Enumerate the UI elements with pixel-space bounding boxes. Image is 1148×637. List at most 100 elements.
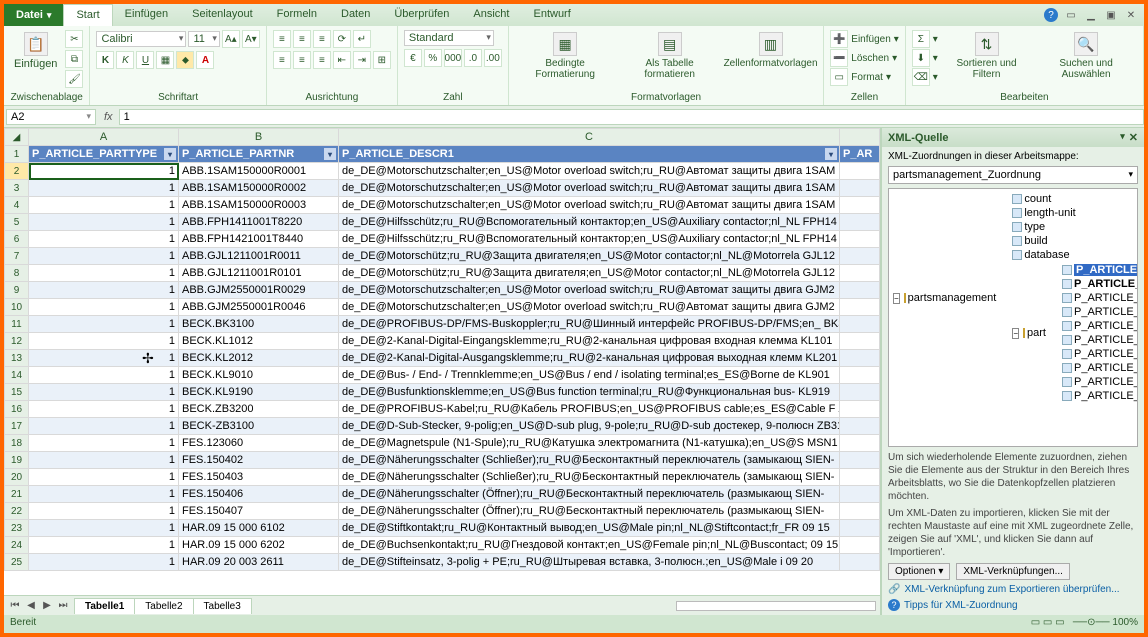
cell[interactable]: de_DE@Näherungsschalter (Schließer);ru_R… [339,452,840,469]
cell[interactable]: 1 [29,384,179,401]
cell[interactable]: 1 [29,537,179,554]
border-icon[interactable]: ▦ [156,51,174,69]
cell[interactable]: de_DE@Motorschutzschalter;en_US@Motor ov… [339,282,840,299]
cell[interactable]: de_DE@Motorschutzschalter;en_US@Motor ov… [339,180,840,197]
filter-dropdown-icon[interactable]: ▾ [164,148,176,160]
spreadsheet-grid[interactable]: ◢ A B C 1 P_ARTICLE_PARTTYPE▾ P_ARTICLE_… [4,128,880,571]
dec-decimal-icon[interactable]: .00 [484,49,502,67]
sheet-tab[interactable]: Tabelle2 [134,598,193,614]
cell[interactable] [840,316,880,333]
row-header[interactable]: 20 [5,469,29,486]
tree-node[interactable]: count [1012,192,1138,206]
row-header[interactable]: 17 [5,418,29,435]
tree-node[interactable]: P_ARTICLE_CRAFT_COOLINGLUB [1062,347,1138,361]
cell[interactable]: 1 [29,486,179,503]
cell[interactable]: 1 [29,503,179,520]
restore-icon[interactable]: ▣ [1104,8,1118,22]
table-header-descr1[interactable]: P_ARTICLE_DESCR1▾ [339,146,840,163]
align-center-icon[interactable]: ≡ [293,51,311,69]
cell[interactable]: de_DE@Magnetspule (N1-Spule);ru_RU@Катуш… [339,435,840,452]
row-header[interactable]: 8 [5,265,29,282]
row-header[interactable]: 13 [5,350,29,367]
col-header-b[interactable]: B [179,129,339,146]
align-top-icon[interactable]: ≡ [273,30,291,48]
cell[interactable]: de_DE@Hilfsschütz;ru_RU@Вспомогательный … [339,231,840,248]
format-table-button[interactable]: ▤Als Tabelle formatieren [619,30,719,82]
file-menu[interactable]: Datei ▾ [4,4,63,26]
cell[interactable]: de_DE@Motorschutzschalter;en_US@Motor ov… [339,299,840,316]
tree-node[interactable]: P_ARTICLE_CRAFT_FLUID_UNDE [1062,389,1138,403]
cell[interactable]: 1 [29,554,179,571]
row-header[interactable]: 5 [5,214,29,231]
cell[interactable]: FES.150406 [179,486,339,503]
ribbon-tab-start[interactable]: Start [63,4,112,26]
cell[interactable]: FES.123060 [179,435,339,452]
insert-cells-button[interactable]: ➕Einfügen ▾ [830,30,899,48]
increase-font-icon[interactable]: A▴ [222,30,240,48]
ribbon-tab-formeln[interactable]: Formeln [265,4,329,26]
cell[interactable]: 1 [29,452,179,469]
xml-pane-menu-icon[interactable]: ▾ [1120,131,1125,144]
sheet-nav-next-icon[interactable]: ▶ [40,600,54,611]
align-bottom-icon[interactable]: ≡ [313,30,331,48]
cell[interactable]: BECK.ZB3200 [179,401,339,418]
cell[interactable]: ABB.FPH1421001T8440 [179,231,339,248]
tree-node[interactable]: P_ARTICLE_CRAFT_COOLING [1062,333,1138,347]
merge-icon[interactable]: ⊞ [373,51,391,69]
row-header[interactable]: 15 [5,384,29,401]
cell[interactable]: HAR.09 15 000 6102 [179,520,339,537]
cell[interactable]: de_DE@Buchsenkontakt;ru_RU@Гнездовой кон… [339,537,840,554]
cell[interactable] [840,486,880,503]
number-format-combo[interactable]: Standard [404,30,494,46]
cell[interactable]: de_DE@Bus- / End- / Trennklemme;en_US@Bu… [339,367,840,384]
cell[interactable]: HAR.09 15 000 6202 [179,537,339,554]
cell[interactable]: de_DE@Busfunktionsklemme;en_US@Bus funct… [339,384,840,401]
row-header[interactable]: 21 [5,486,29,503]
cell[interactable] [840,520,880,537]
delete-cells-button[interactable]: ➖Löschen ▾ [830,49,899,67]
cell[interactable] [840,214,880,231]
cell[interactable] [840,350,880,367]
underline-icon[interactable]: U [136,51,154,69]
tree-node[interactable]: P_ARTICLE_CERTIFICATE_CE [1062,305,1138,319]
row-header[interactable]: 4 [5,197,29,214]
cell[interactable]: 1 [29,299,179,316]
tree-node[interactable]: database [1012,248,1138,262]
cell[interactable]: ABB.1SAM150000R0001 [179,163,339,180]
cell-styles-button[interactable]: ▥Zellenformatvorlagen [724,30,817,71]
cell[interactable]: FES.150407 [179,503,339,520]
col-header-next[interactable] [840,129,880,146]
row-header[interactable]: 9 [5,282,29,299]
horizontal-scrollbar[interactable] [676,601,876,611]
minimize-icon[interactable]: ▁ [1084,8,1098,22]
cell[interactable]: BECK.KL9010 [179,367,339,384]
cell[interactable] [840,452,880,469]
cell[interactable]: 1 [29,367,179,384]
find-select-button[interactable]: 🔍Suchen und Auswählen [1035,30,1137,82]
cell[interactable]: de_DE@Motorschütz;ru_RU@Защита двигателя… [339,248,840,265]
row-header[interactable]: 1 [5,146,29,163]
row-header[interactable]: 25 [5,554,29,571]
fx-icon[interactable]: fx [98,111,119,123]
row-header[interactable]: 10 [5,299,29,316]
row-header[interactable]: 14 [5,367,29,384]
cell[interactable]: 1 [29,418,179,435]
cell[interactable]: 1 [29,401,179,418]
cell[interactable]: ABB.GJL1211001R0011 [179,248,339,265]
sheet-nav-last-icon[interactable]: ⏭ [56,600,70,611]
cell[interactable]: de_DE@Hilfsschütz;ru_RU@Вспомогательный … [339,214,840,231]
xml-map-combo[interactable]: partsmanagement_Zuordnung▾ [888,166,1138,184]
row-header[interactable]: 16 [5,401,29,418]
cell[interactable] [840,333,880,350]
row-header[interactable]: 11 [5,316,29,333]
cell[interactable]: de_DE@Stifteinsatz, 3-polig + PE;ru_RU@Ш… [339,554,840,571]
cell[interactable]: 1 [29,333,179,350]
font-size-combo[interactable]: 11 [188,31,219,47]
copy-icon[interactable]: ⧉ [65,50,83,68]
cell[interactable] [840,401,880,418]
cell[interactable]: 1 [29,214,179,231]
cell[interactable]: de_DE@PROFIBUS-DP/FMS-Buskoppler;ru_RU@Ш… [339,316,840,333]
tree-node[interactable]: P_ARTICLE_CAN_BE_LINED_UP [1062,291,1138,305]
wrap-text-icon[interactable]: ↵ [353,30,371,48]
name-box[interactable]: A2▾ [6,109,96,125]
